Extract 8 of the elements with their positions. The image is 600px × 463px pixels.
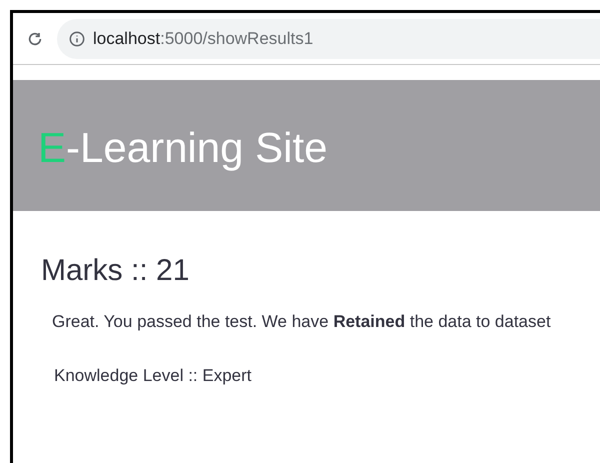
- address-bar[interactable]: localhost:5000/showResults1: [57, 18, 600, 58]
- marks-heading: Marks :: 21: [41, 253, 190, 289]
- url-text: localhost:5000/showResults1: [93, 28, 314, 50]
- site-logo: E-Learning Site: [38, 123, 328, 173]
- knowledge-level: Knowledge Level :: Expert: [54, 364, 253, 386]
- result-message: Great. You passed the test. We have Retained the data to dataset: [52, 311, 552, 333]
- reload-icon[interactable]: [27, 30, 43, 46]
- info-icon[interactable]: [69, 30, 85, 46]
